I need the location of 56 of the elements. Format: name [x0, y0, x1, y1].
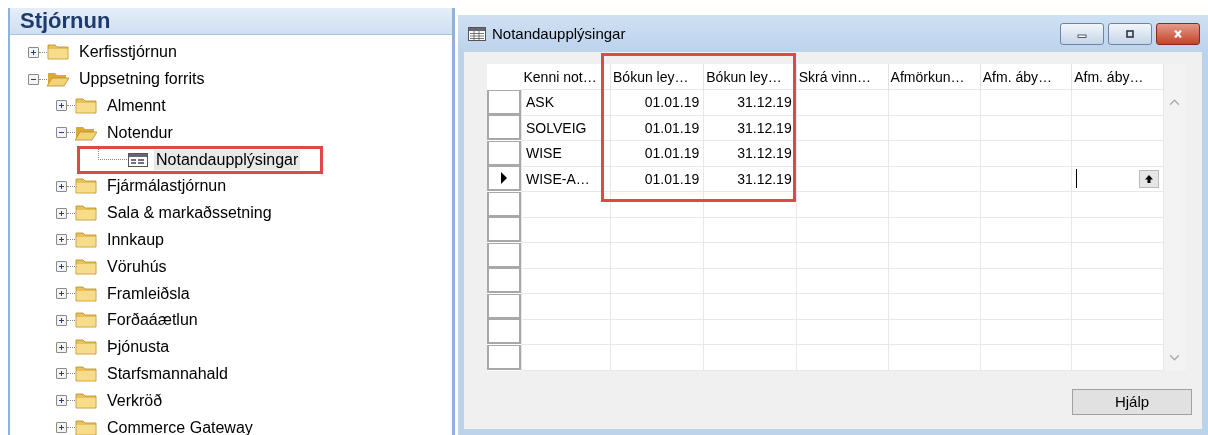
- tree-item[interactable]: Fjármálastjórnun: [105, 176, 229, 197]
- up-arrow-icon: [1143, 173, 1154, 184]
- maximize-icon: [1124, 29, 1136, 38]
- table-cell: WISE-A…: [526, 170, 590, 187]
- table-cell: 01.01.19: [644, 119, 700, 136]
- expander-toggle[interactable]: [56, 314, 67, 326]
- expander-toggle[interactable]: [56, 368, 67, 380]
- table-icon: [468, 26, 486, 41]
- expander-toggle[interactable]: [56, 261, 67, 273]
- tree-item[interactable]: Starfsmannahald: [105, 363, 230, 384]
- tree-item[interactable]: Framleiðsla: [105, 283, 192, 304]
- tree-item[interactable]: Notandaupplýsingar: [154, 149, 301, 170]
- expander-toggle[interactable]: [56, 180, 67, 192]
- tree-item[interactable]: Vöruhús: [105, 256, 169, 277]
- tree-item[interactable]: Kerfisstjórnun: [77, 42, 179, 63]
- tree-item[interactable]: Commerce Gateway: [105, 417, 255, 435]
- table-cell: 31.12.19: [737, 119, 792, 136]
- expander-toggle[interactable]: [56, 100, 67, 112]
- table-cell: 31.12.19: [737, 145, 792, 162]
- expander-toggle[interactable]: [28, 46, 39, 58]
- expander-toggle[interactable]: [56, 395, 67, 407]
- navigation-title: Stjórnun: [20, 8, 111, 34]
- tree-item[interactable]: Innkaup: [105, 229, 166, 250]
- scroll-down-icon: [1169, 353, 1181, 361]
- window-title: Notandaupplýsingar: [492, 25, 626, 42]
- lookup-button[interactable]: [1138, 169, 1159, 188]
- table-cell: 31.12.19: [737, 94, 792, 111]
- table-cell: WISE: [526, 145, 562, 162]
- tree-item[interactable]: Almennt: [105, 96, 168, 116]
- expander-toggle[interactable]: [28, 73, 39, 85]
- tree-item[interactable]: Uppsetning forrits: [77, 69, 207, 90]
- expander-toggle[interactable]: [56, 127, 67, 139]
- expander-toggle[interactable]: [56, 341, 67, 353]
- close-button[interactable]: [1156, 22, 1200, 45]
- table-cell: 01.01.19: [644, 170, 700, 187]
- expander-toggle[interactable]: [56, 288, 67, 300]
- table-cell: SOLVEIG: [526, 119, 587, 136]
- table-cell: 01.01.19: [644, 94, 700, 111]
- scroll-up-icon: [1169, 99, 1181, 106]
- maximize-button[interactable]: [1108, 22, 1152, 45]
- tree-item[interactable]: Sala & markaðssetning: [105, 203, 274, 224]
- expander-toggle[interactable]: [56, 207, 67, 219]
- minimize-button[interactable]: [1060, 22, 1104, 45]
- close-icon: [1172, 29, 1184, 38]
- expander-toggle[interactable]: [56, 234, 67, 246]
- table-cell: 01.01.19: [644, 145, 700, 162]
- expander-toggle[interactable]: [56, 422, 67, 434]
- form-icon: [128, 152, 148, 167]
- tree-item[interactable]: Verkröð: [105, 390, 165, 411]
- row-selector[interactable]: [487, 166, 521, 192]
- tree-item[interactable]: Notendur: [105, 122, 175, 143]
- help-button[interactable]: Hjálp: [1072, 388, 1192, 415]
- tree-item[interactable]: Forðaáætlun: [105, 310, 200, 331]
- table-cell: 31.12.19: [737, 170, 792, 187]
- table-cell: ASK: [526, 94, 554, 111]
- tree-item[interactable]: Þjónusta: [105, 337, 172, 358]
